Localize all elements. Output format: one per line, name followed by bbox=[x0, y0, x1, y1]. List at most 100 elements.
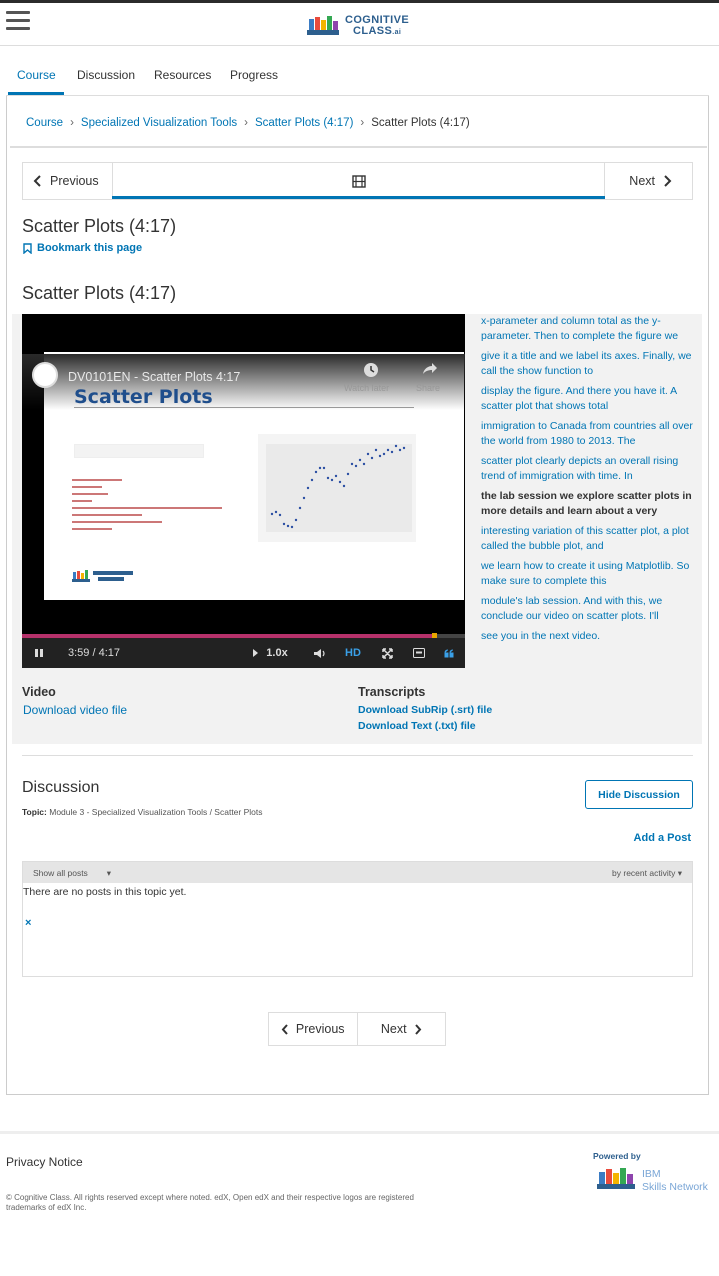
clock-icon[interactable] bbox=[363, 362, 379, 378]
transcript-line[interactable]: see you in the next video. bbox=[481, 629, 695, 644]
sequence-previous-label: Previous bbox=[50, 174, 99, 188]
bottom-previous-label: Previous bbox=[295, 1022, 345, 1036]
share-label[interactable]: Share bbox=[416, 383, 440, 393]
video-heading: Scatter Plots (4:17) bbox=[22, 283, 177, 303]
chevron-right-icon bbox=[414, 1023, 421, 1035]
tab-discussion[interactable]: Discussion bbox=[77, 68, 135, 82]
captions-icon bbox=[413, 648, 425, 658]
tab-course[interactable]: Course bbox=[17, 68, 56, 82]
divider bbox=[22, 755, 693, 756]
powered-by-label: Powered by bbox=[593, 1151, 641, 1161]
transcript-line[interactable]: we learn how to create it using Matplotl… bbox=[481, 559, 695, 589]
discussion-topic: Topic: Module 3 - Specialized Visualizat… bbox=[22, 807, 263, 817]
menu-icon[interactable] bbox=[6, 11, 30, 31]
volume-icon bbox=[313, 648, 325, 658]
bookmark-button[interactable]: Bookmark this page bbox=[23, 242, 142, 254]
add-post-button[interactable]: Add a Post bbox=[634, 832, 691, 844]
transcript-line[interactable]: interesting variation of this scatter pl… bbox=[481, 524, 695, 554]
bookmark-icon bbox=[23, 242, 32, 254]
transcript-line-active[interactable]: the lab session we explore scatter plots… bbox=[481, 489, 695, 519]
captions-button[interactable] bbox=[408, 638, 430, 668]
video-download-heading: Video bbox=[22, 685, 56, 699]
chevron-right-icon: › bbox=[244, 117, 248, 129]
fullscreen-icon bbox=[381, 647, 393, 659]
top-bar: COGNITIVE CLASS.ai bbox=[0, 0, 719, 46]
sequence-next-label: Next bbox=[629, 174, 655, 188]
sequence-unit-video[interactable] bbox=[112, 163, 605, 199]
copyright-text: © Cognitive Class. All rights reserved e… bbox=[6, 1193, 414, 1212]
channel-avatar[interactable] bbox=[32, 362, 58, 388]
breadcrumb-course[interactable]: Course bbox=[26, 117, 63, 129]
empty-posts-message: There are no posts in this topic yet. bbox=[23, 886, 187, 898]
breadcrumb-current: Scatter Plots (4:17) bbox=[371, 117, 470, 129]
sequence-next-button[interactable]: Next bbox=[629, 163, 672, 199]
footer-divider bbox=[0, 1131, 719, 1134]
fullscreen-button[interactable] bbox=[376, 638, 398, 668]
transcript-line[interactable]: give it a title and we label its axes. F… bbox=[481, 349, 695, 379]
caret-down-icon: ▾ bbox=[677, 868, 682, 878]
hd-button[interactable]: HD bbox=[340, 638, 366, 668]
transcript-line[interactable]: scatter plot clearly depicts an overall … bbox=[481, 454, 695, 484]
hide-discussion-button[interactable]: Hide Discussion bbox=[585, 780, 693, 809]
sequence-nav: Previous Next bbox=[22, 162, 693, 200]
chevron-right-icon bbox=[664, 175, 672, 187]
download-txt-link[interactable]: Download Text (.txt) file bbox=[358, 720, 476, 732]
chevron-left-icon bbox=[33, 175, 41, 187]
code-snippet bbox=[72, 479, 232, 535]
play-small-icon bbox=[253, 649, 259, 657]
brand-logo[interactable]: COGNITIVE CLASS.ai bbox=[306, 12, 409, 40]
film-icon bbox=[351, 174, 366, 188]
youtube-watermark[interactable]: YouTube bbox=[374, 567, 436, 584]
bookmark-label: Bookmark this page bbox=[37, 242, 143, 254]
transcript-line[interactable]: display the figure. And there you have i… bbox=[481, 384, 695, 414]
breadcrumb: Course › Specialized Visualization Tools… bbox=[26, 117, 470, 129]
ibm-skills-network-logo-icon[interactable] bbox=[596, 1166, 636, 1192]
divider bbox=[10, 146, 707, 148]
active-unit-indicator bbox=[112, 196, 605, 199]
video-title[interactable]: DV0101EN - Scatter Plots 4:17 bbox=[68, 370, 240, 384]
breadcrumb-section[interactable]: Specialized Visualization Tools bbox=[81, 117, 237, 129]
cognitive-class-logo-icon bbox=[307, 16, 339, 35]
chevron-right-icon: › bbox=[360, 117, 365, 129]
video-time: 3:59 / 4:17 bbox=[68, 647, 120, 659]
bottom-sequence-nav: Previous Next bbox=[268, 1012, 446, 1046]
close-icon[interactable]: × bbox=[25, 917, 31, 929]
watch-later-label[interactable]: Watch later bbox=[344, 383, 389, 393]
chevron-left-icon bbox=[281, 1023, 288, 1035]
chevron-right-icon: › bbox=[70, 117, 74, 129]
breadcrumb-subsection[interactable]: Scatter Plots (4:17) bbox=[255, 117, 353, 129]
slide-logo bbox=[72, 570, 133, 582]
pause-icon bbox=[35, 649, 43, 657]
pause-button[interactable] bbox=[28, 638, 50, 668]
posts-sort-select[interactable]: by recent activity ▾ bbox=[612, 868, 682, 879]
ibm-skills-network-text[interactable]: IBM Skills Network bbox=[642, 1168, 708, 1194]
transcript-line[interactable]: x-parameter and column total as the y-pa… bbox=[481, 314, 695, 344]
privacy-notice-link[interactable]: Privacy Notice bbox=[6, 1155, 83, 1169]
posts-filter-select[interactable]: Show all posts ▾ bbox=[33, 868, 111, 879]
transcript-panel: x-parameter and column total as the y-pa… bbox=[481, 314, 695, 649]
speed-button[interactable]: 1.0x bbox=[246, 638, 294, 668]
transcript-line[interactable]: module's lab session. And with this, we … bbox=[481, 594, 695, 624]
transcript-toggle-button[interactable] bbox=[438, 638, 460, 668]
active-tab-indicator bbox=[8, 92, 64, 95]
share-icon[interactable] bbox=[422, 362, 438, 376]
topic-value: Module 3 - Specialized Visualization Too… bbox=[49, 807, 263, 817]
video-controls: 3:59 / 4:17 1.0x HD bbox=[22, 638, 465, 668]
download-srt-link[interactable]: Download SubRip (.srt) file bbox=[358, 704, 492, 716]
tab-resources[interactable]: Resources bbox=[154, 68, 211, 82]
posts-panel: Show all posts ▾ by recent activity ▾ Th… bbox=[22, 861, 693, 977]
quote-icon bbox=[444, 649, 453, 657]
transcript-line[interactable]: immigration to Canada from countries all… bbox=[481, 419, 695, 449]
sequence-previous-button[interactable]: Previous bbox=[33, 163, 99, 199]
bottom-next-button[interactable]: Next bbox=[356, 1013, 446, 1045]
download-video-link[interactable]: Download video file bbox=[23, 703, 127, 717]
transcripts-heading: Transcripts bbox=[358, 685, 426, 699]
video-player[interactable]: DV0101EN - Scatter Plots 4:17 Watch late… bbox=[22, 314, 465, 668]
topic-label: Topic: bbox=[22, 807, 47, 817]
bottom-previous-button[interactable]: Previous bbox=[269, 1013, 357, 1045]
volume-button[interactable] bbox=[308, 638, 330, 668]
course-nav-tabs: Course Discussion Resources Progress bbox=[6, 56, 709, 96]
tab-progress[interactable]: Progress bbox=[230, 68, 278, 82]
posts-filter-bar: Show all posts ▾ by recent activity ▾ bbox=[23, 862, 692, 883]
unit-title: Scatter Plots (4:17) bbox=[22, 216, 177, 236]
